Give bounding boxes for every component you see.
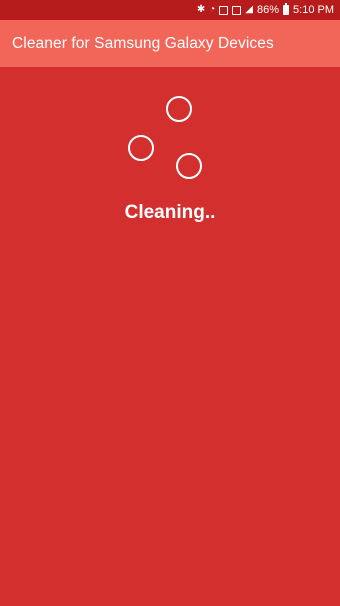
battery-icon bbox=[283, 3, 290, 15]
app-title: Cleaner for Samsung Galaxy Devices bbox=[12, 34, 274, 52]
app-bar: Cleaner for Samsung Galaxy Devices bbox=[0, 20, 340, 67]
nfc-icon bbox=[219, 5, 229, 15]
wifi-icon: ◔ bbox=[209, 4, 216, 15]
spinner-dot bbox=[176, 153, 202, 179]
spinner-dot bbox=[128, 135, 154, 161]
battery-percent: 86% bbox=[257, 4, 280, 16]
signal-icon: ◢ bbox=[245, 4, 253, 15]
bluetooth-icon: ✱ bbox=[196, 4, 206, 15]
cleaning-status-text: Cleaning.. bbox=[124, 202, 216, 223]
clock: 5:10 PM bbox=[293, 4, 334, 16]
vibrate-icon bbox=[232, 5, 242, 15]
status-bar: ✱ ◔ ◢ 86% 5:10 PM bbox=[0, 0, 340, 20]
spinner-dot bbox=[166, 96, 192, 122]
